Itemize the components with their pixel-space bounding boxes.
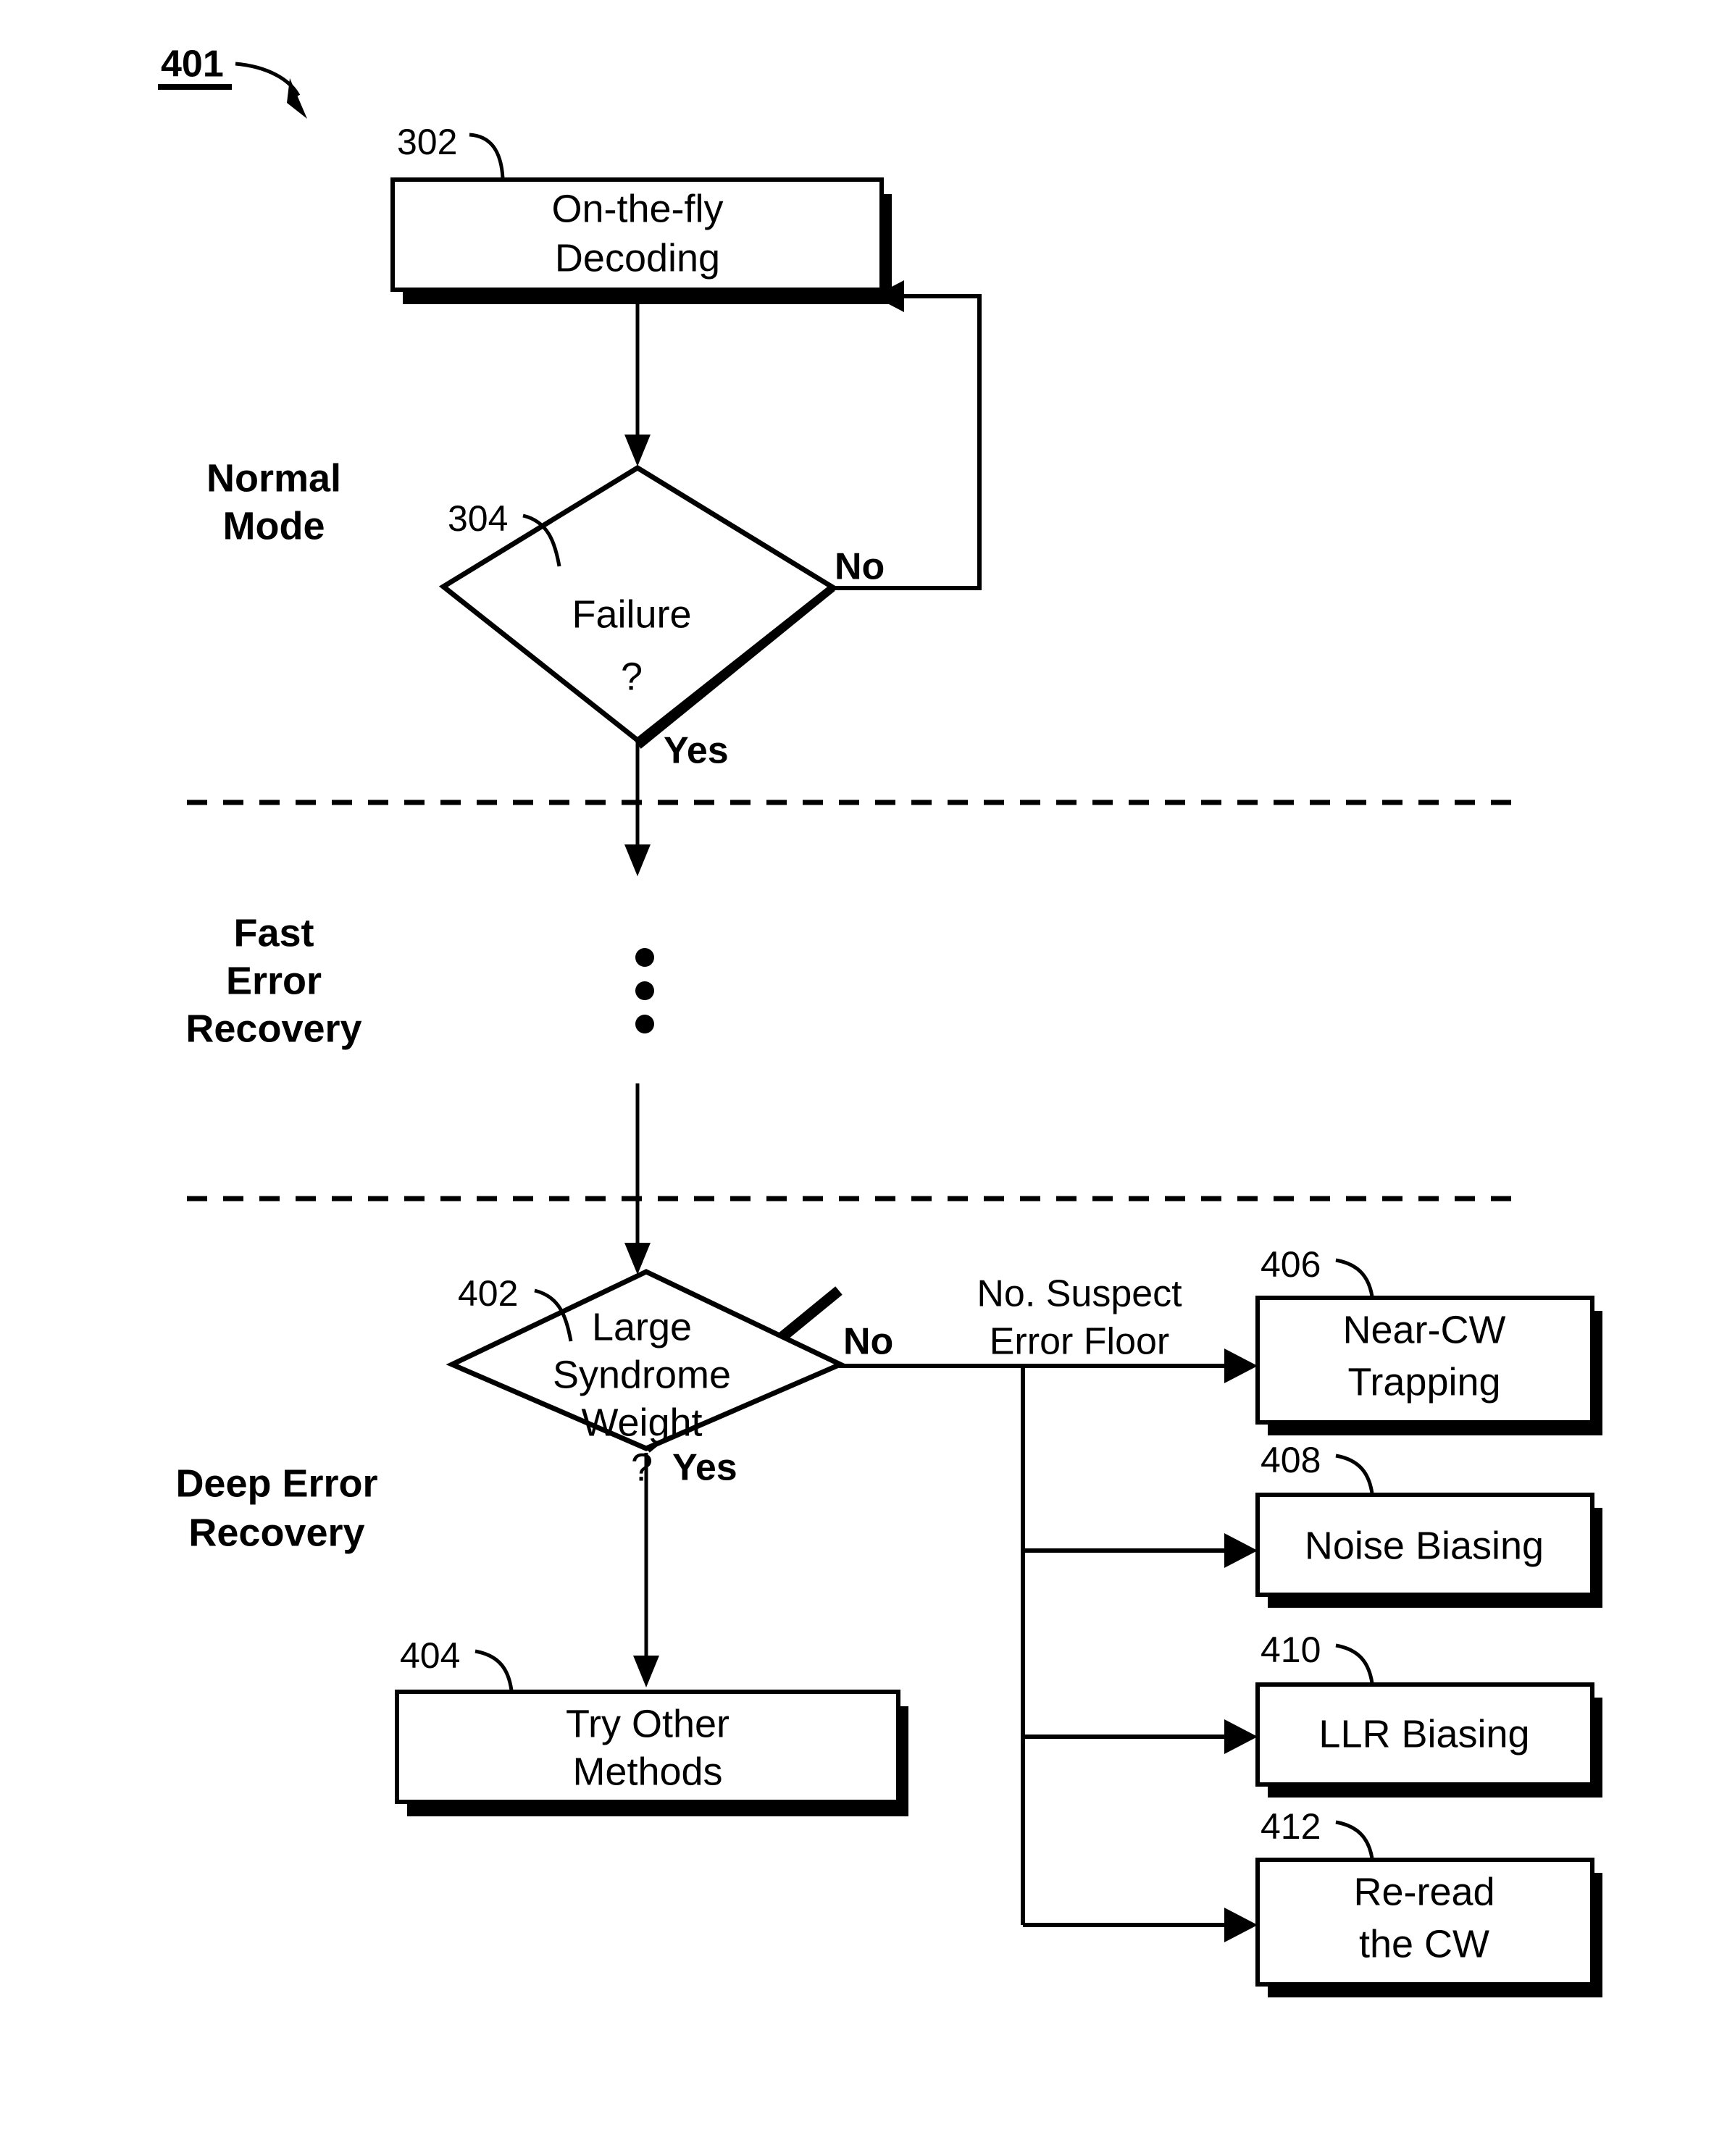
ellipsis-dot-3 bbox=[635, 1015, 654, 1033]
ref-402-text: 402 bbox=[458, 1273, 518, 1314]
edge-failure-no-path bbox=[832, 294, 982, 590]
phase-label-normal-mode: Normal Mode bbox=[206, 456, 341, 548]
syndrome-label-line3: Weight bbox=[581, 1401, 702, 1444]
ref-404-leader bbox=[475, 1649, 514, 1691]
node-llr-biasing[interactable]: LLR Biasing bbox=[1255, 1682, 1602, 1798]
syndrome-label-line2: Syndrome bbox=[553, 1353, 731, 1396]
ref-408: 408 bbox=[1261, 1440, 1374, 1494]
ref-410-leader bbox=[1335, 1643, 1374, 1684]
ref-406: 406 bbox=[1261, 1244, 1374, 1297]
phase-label-deep-error-recovery: Deep Error Recovery bbox=[175, 1461, 377, 1554]
phase-label-fast-error-recovery: Fast Error Recovery bbox=[185, 911, 361, 1050]
syndrome-label-line4: ? bbox=[631, 1446, 653, 1489]
edge-label-syndrome-yes: Yes bbox=[672, 1447, 737, 1489]
ref-404: 404 bbox=[400, 1635, 514, 1691]
phase-fast-line2: Error bbox=[226, 959, 322, 1002]
ref-406-text: 406 bbox=[1261, 1244, 1321, 1285]
ref-302: 302 bbox=[397, 122, 505, 179]
ref-404-text: 404 bbox=[400, 1635, 460, 1676]
edge-decoding-failure-arrowhead bbox=[624, 435, 651, 466]
phase-fast-line1: Fast bbox=[233, 911, 314, 955]
ref-410-text: 410 bbox=[1261, 1629, 1321, 1670]
arrowhead-noise-biasing bbox=[1224, 1533, 1258, 1568]
node-on-the-fly-decoding[interactable]: On-the-fly Decoding bbox=[390, 177, 892, 304]
decoding-label-line2: Decoding bbox=[555, 236, 720, 280]
arrowhead-llr-biasing bbox=[1224, 1719, 1258, 1754]
node-near-cw-trapping[interactable]: Near-CW Trapping bbox=[1255, 1296, 1602, 1435]
noise-biasing-line1: Noise Biasing bbox=[1305, 1524, 1544, 1567]
figure-id-label: 401 bbox=[158, 43, 307, 119]
figure-id-arrowhead bbox=[287, 78, 307, 119]
other-methods-line1: Try Other bbox=[566, 1702, 730, 1745]
phase-fast-line3: Recovery bbox=[185, 1007, 361, 1050]
syndrome-label-line1: Large bbox=[592, 1305, 692, 1348]
edge-label-suspect-line2: Error Floor bbox=[990, 1321, 1169, 1363]
flowchart-svg: 401 Normal Mode Fast Error Recovery Deep… bbox=[158, 43, 1602, 1997]
ellipsis-dot-1 bbox=[635, 948, 654, 967]
edge-syndrome-yes-arrowhead bbox=[633, 1656, 659, 1687]
figure-id-text: 401 bbox=[161, 43, 224, 85]
figure-canvas: 401 Normal Mode Fast Error Recovery Deep… bbox=[0, 0, 1714, 2156]
edge-syndrome-no: No No. Suspect Error Floor bbox=[839, 1273, 1258, 1942]
edge-label-failure-yes: Yes bbox=[664, 730, 729, 772]
phase-normal-line2: Mode bbox=[223, 504, 325, 548]
phase-deep-line2: Recovery bbox=[188, 1511, 364, 1554]
fast-recovery-ellipsis bbox=[635, 948, 654, 1033]
near-cw-line1: Near-CW bbox=[1343, 1308, 1506, 1351]
ref-302-leader bbox=[469, 133, 505, 179]
reread-line1: Re-read bbox=[1353, 1870, 1494, 1913]
failure-label-line1: Failure bbox=[572, 592, 691, 636]
node-noise-biasing[interactable]: Noise Biasing bbox=[1255, 1493, 1602, 1608]
arrowhead-reread bbox=[1224, 1908, 1258, 1942]
decoding-label-line1: On-the-fly bbox=[551, 187, 723, 230]
edge-failure-no-feedback: No bbox=[832, 280, 982, 590]
edge-label-suspect-line1: No. Suspect bbox=[977, 1273, 1182, 1315]
near-cw-line2: Trapping bbox=[1347, 1360, 1500, 1404]
llr-biasing-line1: LLR Biasing bbox=[1318, 1712, 1529, 1756]
ref-406-leader bbox=[1335, 1258, 1374, 1297]
ref-408-leader bbox=[1335, 1454, 1374, 1494]
failure-label-line2: ? bbox=[621, 655, 643, 698]
ref-412-text: 412 bbox=[1261, 1806, 1321, 1847]
reread-line2: the CW bbox=[1359, 1922, 1489, 1966]
node-try-other-methods[interactable]: Try Other Methods bbox=[395, 1690, 908, 1816]
phase-deep-line1: Deep Error bbox=[175, 1461, 377, 1505]
phase-normal-line1: Normal bbox=[206, 456, 341, 500]
ref-412-leader bbox=[1335, 1820, 1374, 1859]
edge-failure-yes-arrowhead bbox=[624, 844, 651, 876]
edge-decoding-to-failure bbox=[624, 290, 651, 466]
other-methods-line2: Methods bbox=[572, 1750, 722, 1793]
ellipsis-dot-2 bbox=[635, 981, 654, 1000]
node-reread-the-cw[interactable]: Re-read the CW bbox=[1255, 1858, 1602, 1997]
edge-label-failure-no: No bbox=[835, 546, 885, 588]
edge-label-syndrome-no: No bbox=[843, 1321, 893, 1363]
ref-304-text: 304 bbox=[448, 498, 508, 539]
ref-410: 410 bbox=[1261, 1629, 1374, 1684]
ref-302-text: 302 bbox=[397, 122, 457, 162]
ref-412: 412 bbox=[1261, 1806, 1374, 1859]
ref-408-text: 408 bbox=[1261, 1440, 1321, 1480]
arrowhead-near-cw bbox=[1224, 1348, 1258, 1383]
